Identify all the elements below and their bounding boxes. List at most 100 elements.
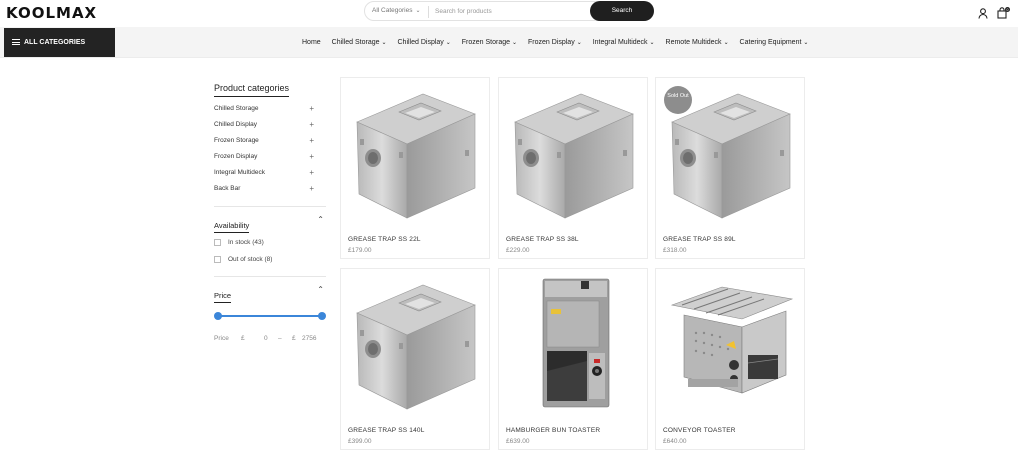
product-illustration (356, 284, 476, 410)
menu-icon (12, 39, 20, 46)
product-price: £639.00 (506, 438, 530, 445)
product-image[interactable] (347, 84, 485, 224)
chevron-down-icon: ⌄ (381, 40, 387, 46)
chevron-down-icon: ⌄ (512, 40, 518, 46)
nav-item-label: Catering Equipment (739, 39, 802, 46)
product-image[interactable] (505, 84, 643, 224)
in-stock-checkbox[interactable]: In stock (43) (214, 237, 326, 254)
chevron-up-icon[interactable]: ⌃ (317, 215, 324, 224)
price-inputs: Price £ 0 – £ 2756 (214, 333, 326, 347)
category-item[interactable]: Chilled Display + (214, 120, 326, 137)
currency-symbol: £ (241, 335, 245, 342)
category-item[interactable]: Back Bar + (214, 184, 326, 201)
product-categories-title: Product categories (214, 83, 290, 97)
all-categories-button[interactable]: ALL CATEGORIES (4, 28, 115, 57)
nav-item-remote-multideck[interactable]: Remote Multideck ⌄ (666, 39, 729, 46)
category-list: Chilled Storage + Chilled Display + Frozen… (214, 104, 326, 201)
search-input[interactable] (435, 4, 585, 19)
plus-icon[interactable]: + (309, 136, 314, 145)
plus-icon[interactable]: + (309, 104, 314, 113)
product-name[interactable]: GREASE TRAP SS 89L (663, 236, 736, 243)
plus-icon[interactable]: + (309, 152, 314, 161)
product-card[interactable]: HAMBURGER BUN TOASTER £639.00 (498, 268, 648, 450)
product-name[interactable]: GREASE TRAP SS 38L (506, 236, 579, 243)
top-header: KOOLMAX All Categories⌄ Search 0 (0, 0, 1018, 27)
nav-item-home[interactable]: Home (302, 39, 321, 46)
plus-icon[interactable]: + (309, 120, 314, 129)
checkbox-label: In stock (43) (228, 239, 264, 246)
cart-count: 0 (1007, 8, 1009, 12)
nav-item-frozen-display[interactable]: Frozen Display ⌄ (528, 39, 582, 46)
product-name[interactable]: CONVEYOR TOASTER (663, 427, 736, 434)
category-label: Back Bar (214, 185, 241, 192)
chevron-down-icon: ⌄ (649, 40, 655, 46)
category-item[interactable]: Frozen Display + (214, 152, 326, 169)
product-price: £640.00 (663, 438, 687, 445)
chevron-down-icon: ⌄ (415, 8, 421, 14)
price-header[interactable]: Price ⌃ (214, 285, 326, 303)
product-name[interactable]: GREASE TRAP SS 140L (348, 427, 425, 434)
checkbox-box[interactable] (214, 239, 221, 246)
nav-item-frozen-storage[interactable]: Frozen Storage ⌄ (462, 39, 517, 46)
chevron-up-icon[interactable]: ⌃ (317, 285, 324, 294)
price-label: Price (214, 335, 229, 342)
price-title: Price (214, 291, 232, 303)
product-card[interactable]: GREASE TRAP SS 22L £179.00 (340, 77, 490, 259)
price-max-input[interactable]: 2756 (302, 335, 316, 342)
slider-max-handle[interactable] (318, 312, 326, 320)
product-card[interactable]: CONVEYOR TOASTER £640.00 (655, 268, 805, 450)
divider (214, 276, 326, 277)
nav-item-label: Chilled Display (397, 39, 444, 46)
availability-title: Availability (214, 221, 250, 233)
product-price: £229.00 (506, 247, 530, 254)
price-min-input[interactable]: 0 (264, 335, 268, 342)
checkbox-box[interactable] (214, 256, 221, 263)
product-price: £179.00 (348, 247, 372, 254)
price-dash: – (278, 335, 282, 342)
product-illustration (670, 286, 794, 394)
nav-item-label: Remote Multideck (665, 39, 722, 46)
product-card[interactable]: GREASE TRAP SS 140L £399.00 (340, 268, 490, 450)
nav-item-integral-multideck[interactable]: Integral Multideck ⌄ (593, 39, 655, 46)
product-image[interactable] (347, 275, 485, 415)
nav-menu: Home Chilled Storage ⌄ Chilled Display ⌄ F… (302, 39, 817, 46)
slider-min-handle[interactable] (214, 312, 222, 320)
category-item[interactable]: Frozen Storage + (214, 136, 326, 153)
chevron-down-icon: ⌄ (723, 40, 729, 46)
currency-symbol: £ (292, 335, 296, 342)
user-icon[interactable] (978, 6, 988, 24)
search-button[interactable]: Search (590, 1, 654, 21)
nav-item-label: Integral Multideck (592, 39, 648, 46)
category-select[interactable]: All Categories ⌄ (372, 7, 421, 14)
category-item[interactable]: Integral Multideck + (214, 168, 326, 185)
filter-sidebar: Product categories Chilled Storage + Chil… (214, 78, 326, 347)
search-divider (428, 6, 429, 18)
category-item[interactable]: Chilled Storage + (214, 104, 326, 121)
nav-item-label: Frozen Display (528, 39, 575, 46)
category-label: Chilled Storage (214, 105, 259, 112)
plus-icon[interactable]: + (309, 184, 314, 193)
chevron-down-icon: ⌄ (576, 40, 582, 46)
product-price: £399.00 (348, 438, 372, 445)
product-name[interactable]: HAMBURGER BUN TOASTER (506, 427, 600, 434)
product-card[interactable]: Sold Out GREASE TRAP SS 89L £318.00 (655, 77, 805, 259)
nav-item-chilled-storage[interactable]: Chilled Storage ⌄ (332, 39, 387, 46)
availability-header[interactable]: Availability ⌃ (214, 215, 326, 233)
product-image[interactable] (662, 275, 800, 415)
product-price: £318.00 (663, 247, 687, 254)
product-illustration (542, 278, 610, 408)
plus-icon[interactable]: + (309, 168, 314, 177)
search-bar: All Categories ⌄ Search (364, 1, 654, 21)
all-categories-label: ALL CATEGORIES (24, 39, 86, 46)
nav-item-catering-equipment[interactable]: Catering Equipment ⌄ (740, 39, 809, 46)
product-name[interactable]: GREASE TRAP SS 22L (348, 236, 421, 243)
product-card[interactable]: GREASE TRAP SS 38L £229.00 (498, 77, 648, 259)
price-range-slider[interactable] (214, 311, 326, 321)
product-image[interactable] (505, 275, 643, 415)
divider (214, 206, 326, 207)
nav-item-chilled-display[interactable]: Chilled Display ⌄ (398, 39, 451, 46)
bag-icon[interactable]: 0 (997, 6, 1010, 24)
checkbox-label: Out of stock (8) (228, 256, 273, 263)
out-of-stock-checkbox[interactable]: Out of stock (8) (214, 254, 326, 271)
koolmax-logo[interactable]: KOOLMAX (6, 4, 97, 22)
